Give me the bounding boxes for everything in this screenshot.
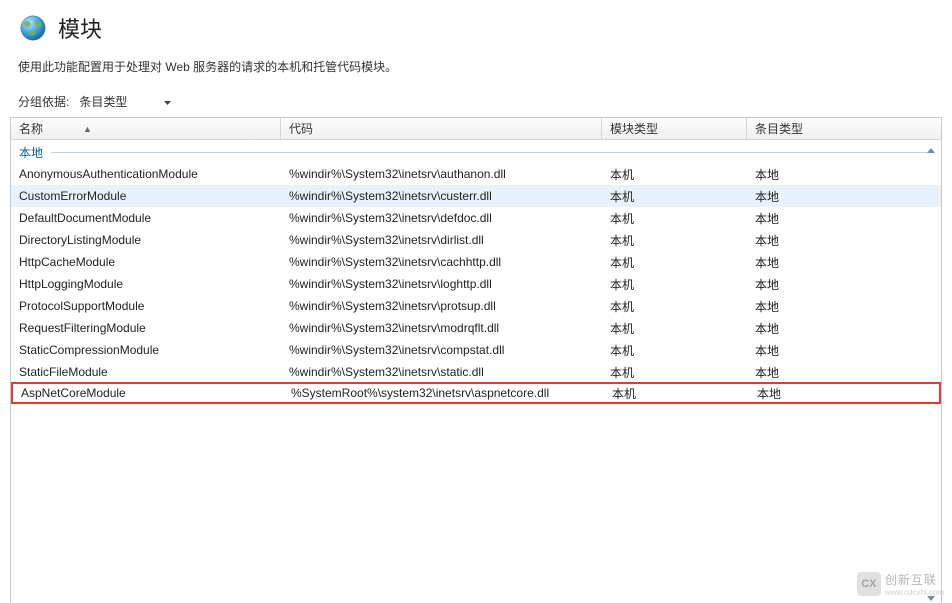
cell-name: DirectoryListingModule [11,229,281,251]
cell-module-type: 本机 [602,295,747,317]
globe-icon [18,13,48,43]
cell-entry-type: 本地 [747,339,941,361]
cell-entry-type: 本地 [747,185,941,207]
cell-module-type: 本机 [602,251,747,273]
cell-code: %windir%\System32\inetsrv\modrqflt.dll [281,317,602,339]
cell-entry-type: 本地 [747,273,941,295]
cell-entry-type: 本地 [747,361,941,383]
cell-code: %windir%\System32\inetsrv\defdoc.dll [281,207,602,229]
grid-header-row: 名称 ▲ 代码 模块类型 条目类型 [11,118,941,140]
cell-entry-type: 本地 [749,384,939,402]
cell-entry-type: 本地 [747,207,941,229]
cell-name: CustomErrorModule [11,185,281,207]
cell-name: AspNetCoreModule [13,384,283,402]
group-label: 本地 [19,144,43,161]
cell-code: %windir%\System32\inetsrv\custerr.dll [281,185,602,207]
toolbar: 分组依据: 条目类型 [0,89,952,117]
cell-entry-type: 本地 [747,295,941,317]
column-header-entry-type[interactable]: 条目类型 [747,118,941,139]
table-row[interactable]: StaticCompressionModule%windir%\System32… [11,339,941,361]
cell-module-type: 本机 [602,185,747,207]
cell-name: DefaultDocumentModule [11,207,281,229]
group-line [51,152,933,153]
table-row[interactable]: HttpLoggingModule%windir%\System32\inets… [11,273,941,295]
table-row[interactable]: AnonymousAuthenticationModule%windir%\Sy… [11,163,941,185]
page-title: 模块 [58,12,102,44]
column-header-code-label: 代码 [289,120,313,137]
watermark-logo-icon: CX [857,572,881,596]
cell-module-type: 本机 [604,384,749,402]
table-row[interactable]: DirectoryListingModule%windir%\System32\… [11,229,941,251]
cell-name: StaticCompressionModule [11,339,281,361]
grid-body: AnonymousAuthenticationModule%windir%\Sy… [11,163,941,404]
group-by-label: 分组依据: [18,93,69,110]
sort-asc-icon: ▲ [83,124,92,134]
watermark-text-block: 创新互联 www.cdcxhl.com [885,571,944,597]
cell-name: RequestFilteringModule [11,317,281,339]
table-row[interactable]: CustomErrorModule%windir%\System32\inets… [11,185,941,207]
cell-code: %windir%\System32\inetsrv\authanon.dll [281,163,602,185]
cell-module-type: 本机 [602,273,747,295]
cell-name: ProtocolSupportModule [11,295,281,317]
cell-module-type: 本机 [602,163,747,185]
dropdown-value: 条目类型 [79,93,127,110]
column-header-name-label: 名称 [19,120,43,137]
table-row[interactable]: StaticFileModule%windir%\System32\inetsr… [11,361,941,383]
cell-name: HttpLoggingModule [11,273,281,295]
cell-module-type: 本机 [602,317,747,339]
column-header-module-type[interactable]: 模块类型 [602,118,747,139]
watermark-brand: 创新互联 [885,573,937,587]
scroll-up-button[interactable] [923,142,939,158]
table-row[interactable]: RequestFilteringModule%windir%\System32\… [11,317,941,339]
table-row[interactable]: ProtocolSupportModule%windir%\System32\i… [11,295,941,317]
cell-code: %SystemRoot%\system32\inetsrv\aspnetcore… [283,384,604,402]
cell-name: AnonymousAuthenticationModule [11,163,281,185]
cell-code: %windir%\System32\inetsrv\dirlist.dll [281,229,602,251]
cell-code: %windir%\System32\inetsrv\loghttp.dll [281,273,602,295]
cell-entry-type: 本地 [747,229,941,251]
cell-name: HttpCacheModule [11,251,281,273]
table-row[interactable]: HttpCacheModule%windir%\System32\inetsrv… [11,251,941,273]
chevron-down-icon [164,94,171,108]
cell-code: %windir%\System32\inetsrv\compstat.dll [281,339,602,361]
column-header-module-type-label: 模块类型 [610,120,658,137]
cell-entry-type: 本地 [747,251,941,273]
column-header-name[interactable]: 名称 ▲ [11,118,281,139]
cell-module-type: 本机 [602,361,747,383]
cell-module-type: 本机 [602,229,747,251]
header: 模块 [0,0,952,48]
cell-code: %windir%\System32\inetsrv\protsup.dll [281,295,602,317]
column-header-entry-type-label: 条目类型 [755,120,803,137]
table-row[interactable]: DefaultDocumentModule%windir%\System32\i… [11,207,941,229]
modules-grid: 名称 ▲ 代码 模块类型 条目类型 本地 AnonymousAuthentica… [10,117,942,603]
cell-entry-type: 本地 [747,317,941,339]
watermark-url: www.cdcxhl.com [885,588,944,597]
table-row[interactable]: AspNetCoreModule%SystemRoot%\system32\in… [11,382,941,404]
column-header-code[interactable]: 代码 [281,118,602,139]
cell-code: %windir%\System32\inetsrv\cachhttp.dll [281,251,602,273]
cell-code: %windir%\System32\inetsrv\static.dll [281,361,602,383]
iis-modules-page: 模块 使用此功能配置用于处理对 Web 服务器的请求的本机和托管代码模块。 分组… [0,0,952,603]
watermark: CX 创新互联 www.cdcxhl.com [857,571,944,597]
cell-module-type: 本机 [602,339,747,361]
page-subtitle: 使用此功能配置用于处理对 Web 服务器的请求的本机和托管代码模块。 [0,48,952,89]
watermark-logo-text: CX [861,578,876,590]
cell-module-type: 本机 [602,207,747,229]
group-by-dropdown[interactable]: 条目类型 [75,91,175,111]
group-row-local[interactable]: 本地 [11,140,941,163]
cell-name: StaticFileModule [11,361,281,383]
cell-entry-type: 本地 [747,163,941,185]
